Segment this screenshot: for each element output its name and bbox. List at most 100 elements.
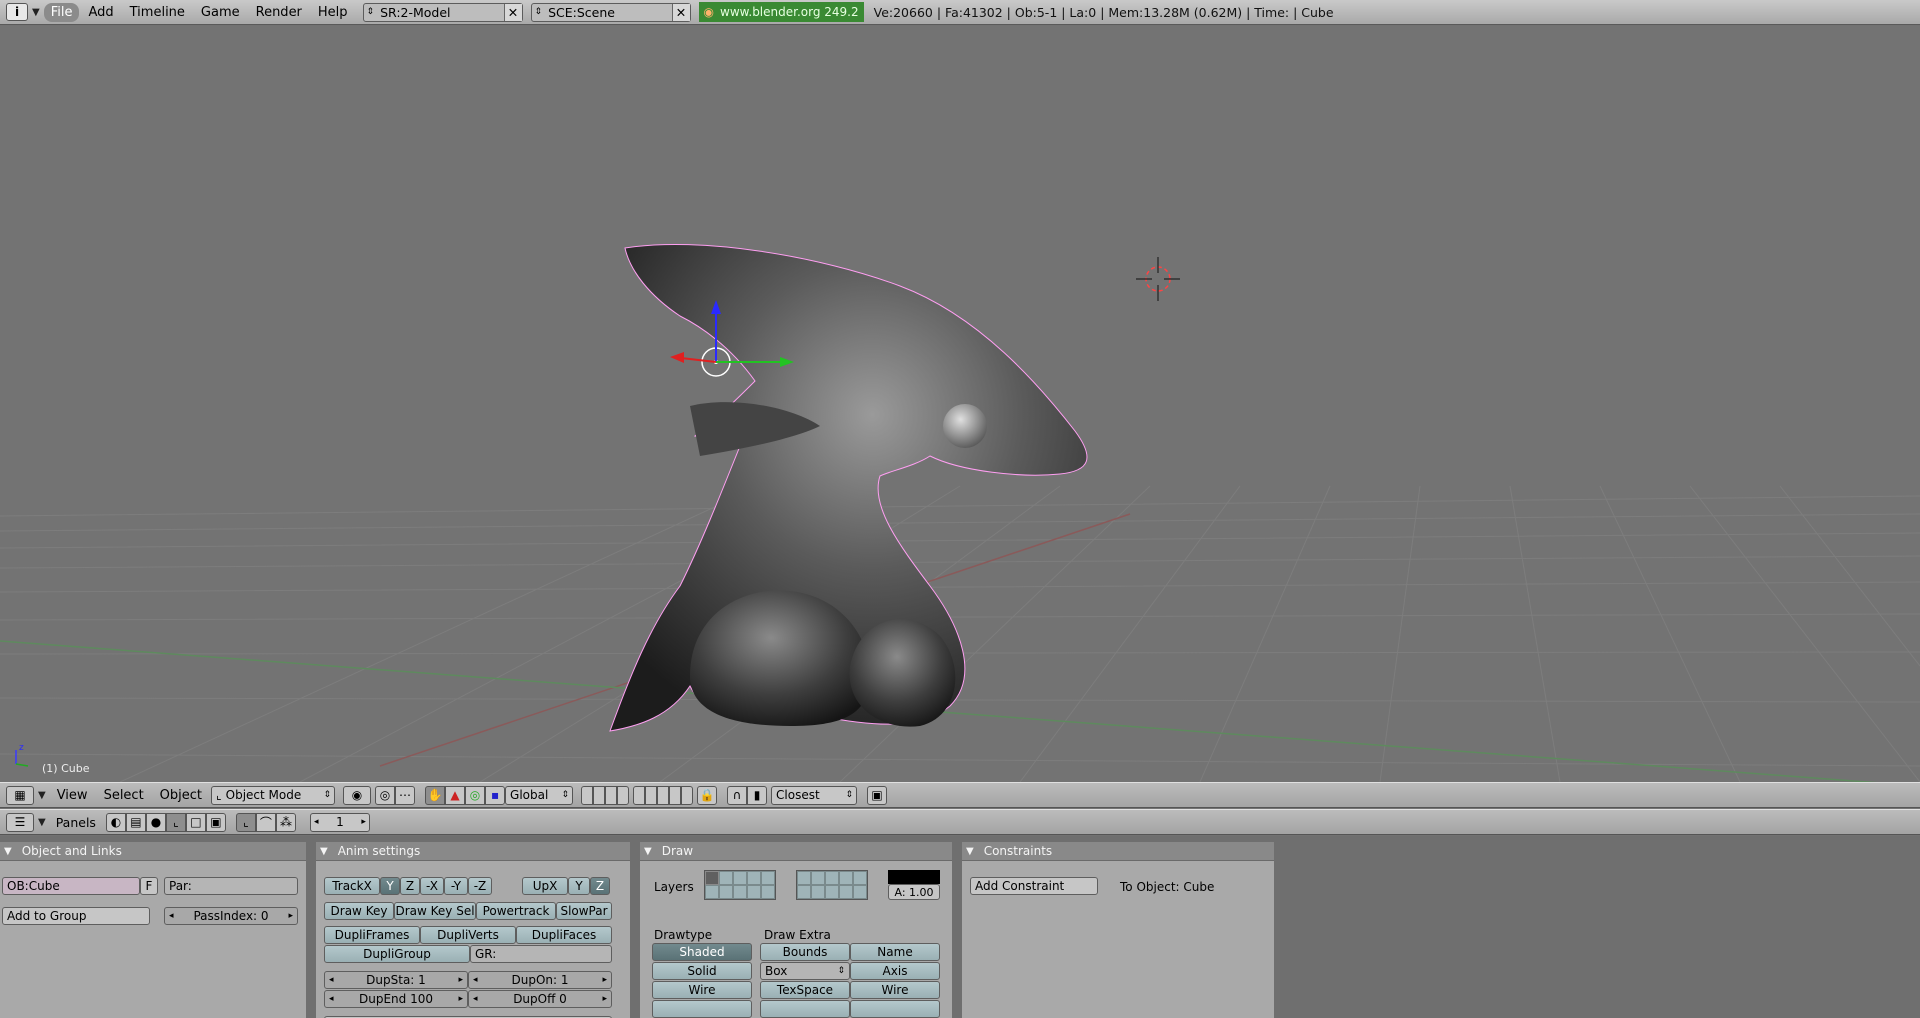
panel-header[interactable]: ▼ Anim settings xyxy=(316,842,630,861)
close-screen-icon[interactable]: ✕ xyxy=(503,3,522,21)
layer-cell[interactable] xyxy=(853,885,867,899)
parent-field[interactable]: Par: xyxy=(164,877,298,895)
track-z-button[interactable]: Z xyxy=(400,877,420,895)
screen-selector[interactable]: ⇕ SR:2-Model ✕ xyxy=(362,2,523,22)
dupsta-field[interactable]: ◂ DupSta: 1 ▸ xyxy=(324,971,468,989)
draw-wire-button[interactable]: Wire xyxy=(850,981,940,999)
layer-button[interactable] xyxy=(645,785,658,805)
info-icon[interactable]: i xyxy=(6,3,28,21)
layer-grid-2[interactable] xyxy=(796,870,868,900)
menu-game[interactable]: Game xyxy=(194,3,247,22)
layer-cell[interactable] xyxy=(747,871,761,885)
dupoff-field[interactable]: ◂ DupOff 0 ▸ xyxy=(468,990,612,1008)
dupon-field[interactable]: ◂ DupOn: 1 ▸ xyxy=(468,971,612,989)
layer-cell[interactable] xyxy=(761,871,775,885)
scale-icon[interactable]: ▪ xyxy=(485,785,506,805)
layer-cell[interactable] xyxy=(733,871,747,885)
panel-header[interactable]: ▼ Object and Links xyxy=(0,842,306,861)
object-icon[interactable]: ⌞ xyxy=(165,812,186,832)
layer-grid-1[interactable] xyxy=(704,870,776,900)
physics-icon[interactable]: ⌒ xyxy=(255,812,276,832)
collapse-arrow-icon[interactable]: ▼ xyxy=(38,790,46,801)
layer-cell[interactable] xyxy=(853,871,867,885)
orientation-dropdown[interactable]: Global ⇕ xyxy=(505,785,574,805)
rotate-icon[interactable]: ◎ xyxy=(465,785,486,805)
collapse-triangle-icon[interactable]: ▼ xyxy=(320,846,328,857)
shading-icon[interactable]: ● xyxy=(145,812,166,832)
dupliverts-button[interactable]: DupliVerts xyxy=(420,926,516,944)
logic-icon[interactable]: ◐ xyxy=(105,812,126,832)
editing-icon[interactable]: □ xyxy=(185,812,206,832)
draw-texspace-button[interactable]: TexSpace xyxy=(760,981,850,999)
snap-target-dropdown[interactable]: Closest ⇕ xyxy=(771,785,858,805)
layer-cell[interactable] xyxy=(761,885,775,899)
menu-object[interactable]: Object xyxy=(153,786,209,805)
layer-cell[interactable] xyxy=(839,871,853,885)
editor-type-buttons-icon[interactable]: ☰ xyxy=(6,812,34,832)
collapse-triangle-icon[interactable]: ▼ xyxy=(966,846,974,857)
menu-file[interactable]: File xyxy=(43,2,80,22)
3d-viewport[interactable]: z (1) Cube xyxy=(0,26,1920,782)
layer-cell[interactable] xyxy=(797,885,811,899)
blender-url[interactable]: ◉ www.blender.org 249.2 xyxy=(698,2,864,22)
frame-number-field[interactable]: ◂ 1 ▸ xyxy=(309,812,370,832)
track-x-button[interactable]: TrackX xyxy=(324,877,380,895)
layer-cell[interactable] xyxy=(719,871,733,885)
track-neg-x-button[interactable]: -X xyxy=(420,877,444,895)
fake-user-button[interactable]: F xyxy=(140,877,158,895)
collapse-arrow-icon[interactable]: ▼ xyxy=(32,7,40,18)
track-y-button[interactable]: Y xyxy=(380,877,400,895)
menu-render[interactable]: Render xyxy=(249,3,309,22)
dupliframes-button[interactable]: DupliFrames xyxy=(324,926,420,944)
up-z-button[interactable]: Z xyxy=(590,877,610,895)
render-preview-icon[interactable]: ▣ xyxy=(867,785,888,805)
magnet-icon[interactable]: ∩ xyxy=(727,785,748,805)
group-field[interactable]: GR: xyxy=(470,945,612,963)
powertrack-button[interactable]: Powertrack xyxy=(476,902,556,920)
layer-cell[interactable] xyxy=(839,885,853,899)
snap-icon[interactable]: ⋯ xyxy=(395,785,416,805)
layer-cell[interactable] xyxy=(811,885,825,899)
layer-cell[interactable] xyxy=(811,871,825,885)
track-neg-y-button[interactable]: -Y xyxy=(444,877,468,895)
draw-key-sel-button[interactable]: Draw Key Sel xyxy=(394,902,476,920)
up-y-button[interactable]: Y xyxy=(568,877,590,895)
layer-button[interactable] xyxy=(633,785,646,805)
drawtype-solid-button[interactable]: Solid xyxy=(652,962,752,980)
draw-extra-button[interactable] xyxy=(850,1000,940,1018)
menu-timeline[interactable]: Timeline xyxy=(123,3,192,22)
layer-button[interactable] xyxy=(681,785,694,805)
close-scene-icon[interactable]: ✕ xyxy=(671,3,690,21)
layer-cell[interactable] xyxy=(719,885,733,899)
layer-cell[interactable] xyxy=(705,871,719,885)
layer-cell[interactable] xyxy=(825,871,839,885)
panel-header[interactable]: ▼ Constraints xyxy=(962,842,1274,861)
add-to-group-button[interactable]: Add to Group xyxy=(2,907,150,925)
scene-selector[interactable]: ⇕ SCE:Scene ✕ xyxy=(530,2,691,22)
draw-extra-button[interactable] xyxy=(760,1000,850,1018)
up-x-button[interactable]: UpX xyxy=(522,877,568,895)
scene-icon[interactable]: ▣ xyxy=(205,812,226,832)
drawtype-bounds-button[interactable] xyxy=(652,1000,752,1018)
layer-button[interactable] xyxy=(669,785,682,805)
draw-bounds-button[interactable]: Bounds xyxy=(760,943,850,961)
draw-mode-icon[interactable]: ◉ xyxy=(343,785,372,805)
duplifaces-button[interactable]: DupliFaces xyxy=(516,926,612,944)
add-constraint-button[interactable]: Add Constraint xyxy=(970,877,1098,895)
layer-cell[interactable] xyxy=(705,885,719,899)
draw-key-button[interactable]: Draw Key xyxy=(324,902,394,920)
lock-icon[interactable]: 🔒 xyxy=(697,785,718,805)
layer-button[interactable] xyxy=(657,785,670,805)
object-sub-icon[interactable]: ⌞ xyxy=(235,812,256,832)
collapse-triangle-icon[interactable]: ▼ xyxy=(4,846,12,857)
drawtype-wire-button[interactable]: Wire xyxy=(652,981,752,999)
layer-button[interactable] xyxy=(617,785,630,805)
layer-cell[interactable] xyxy=(825,885,839,899)
collapse-arrow-icon[interactable]: ▼ xyxy=(38,817,46,828)
menu-view[interactable]: View xyxy=(50,786,95,805)
layer-button[interactable] xyxy=(605,785,618,805)
dupend-field[interactable]: ◂ DupEnd 100 ▸ xyxy=(324,990,468,1008)
sculpted-dolphin-mesh[interactable] xyxy=(609,244,1088,732)
object-name-field[interactable]: OB:Cube xyxy=(2,877,140,895)
script-icon[interactable]: ▤ xyxy=(125,812,146,832)
